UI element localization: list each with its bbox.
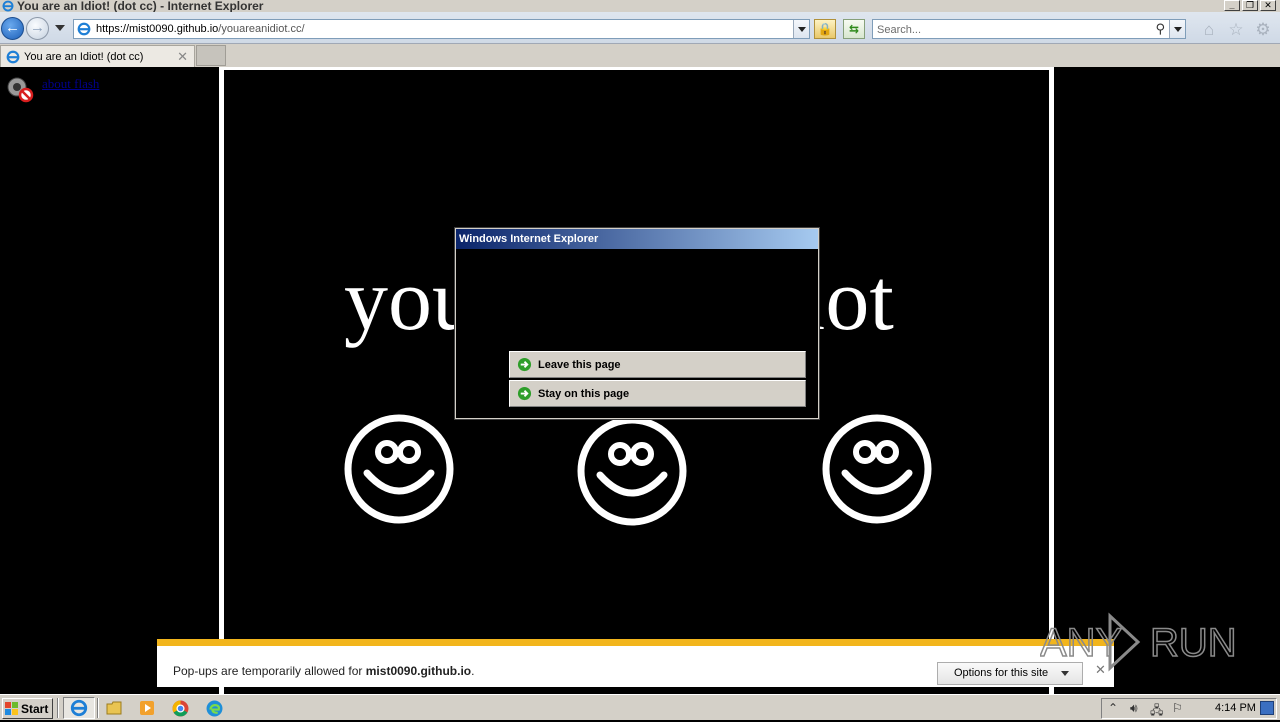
address-url[interactable]: https://mist0090.github.io/youareanidiot… <box>96 23 305 35</box>
forward-button[interactable]: → <box>26 17 49 40</box>
search-icon[interactable]: ⚲ <box>1155 21 1165 37</box>
tab-favicon-icon <box>6 50 20 63</box>
new-tab-button[interactable] <box>196 45 226 66</box>
security-lock-icon[interactable]: 🔒 <box>814 19 836 39</box>
taskbar-file-explorer[interactable] <box>102 697 126 719</box>
notification-site: mist0090.github.io <box>365 664 472 678</box>
window-title: You are an Idiot! (dot cc) - Internet Ex… <box>17 0 264 13</box>
start-button[interactable]: Start <box>2 698 53 719</box>
window-title-bar: You are an Idiot! (dot cc) - Internet Ex… <box>0 0 1280 12</box>
smiley-face-icon <box>577 416 687 526</box>
taskbar-media-player[interactable] <box>135 697 159 719</box>
tab-current[interactable]: You are an Idiot! (dot cc) ✕ <box>0 45 195 67</box>
svg-text:RUN: RUN <box>1150 621 1237 665</box>
taskbar-separator <box>57 698 59 718</box>
notification-message: Pop-ups are temporarily allowed for mist… <box>173 664 474 678</box>
smiley-face-icon <box>822 414 932 524</box>
back-button[interactable]: ← <box>1 17 24 40</box>
internet-explorer-icon <box>2 0 14 12</box>
home-icon[interactable]: ⌂ <box>1200 21 1218 39</box>
clock[interactable]: 4:14 PM <box>1215 702 1256 714</box>
restore-button[interactable]: ❐ <box>1242 0 1258 11</box>
smiley-face-icon <box>344 414 454 524</box>
settings-gear-icon[interactable]: ⚙ <box>1254 21 1272 39</box>
chrome-icon <box>172 700 188 716</box>
page-favicon-icon <box>77 22 91 36</box>
tab-row: You are an Idiot! (dot cc) ✕ <box>0 44 1280 67</box>
start-label: Start <box>21 701 49 716</box>
search-input[interactable] <box>877 22 1137 37</box>
stay-page-label: Stay on this page <box>538 387 630 400</box>
compatibility-refresh-icon[interactable]: ⇆ <box>843 19 865 39</box>
edge-icon <box>206 700 222 716</box>
internet-explorer-icon <box>70 699 88 717</box>
recent-pages-dropdown-icon[interactable] <box>55 25 65 31</box>
show-desktop-button[interactable] <box>1260 701 1274 715</box>
popup-notification-bar: Pop-ups are temporarily allowed for mist… <box>157 639 1114 687</box>
search-dropdown-icon[interactable] <box>1169 20 1185 38</box>
stay-page-button[interactable]: Stay on this page <box>509 380 806 407</box>
minimize-button[interactable]: _ <box>1224 0 1240 11</box>
taskbar-internet-explorer[interactable] <box>63 697 95 719</box>
close-window-button[interactable]: ✕ <box>1260 0 1276 11</box>
show-hidden-icons-icon[interactable]: ⌃ <box>1108 701 1118 715</box>
tab-label: You are an Idiot! (dot cc) <box>24 50 144 63</box>
taskbar-chrome[interactable] <box>168 697 192 719</box>
green-arrow-icon <box>517 357 532 372</box>
system-tray: ⌃ 🔊︎ 🖧︎ ⚐ 4:14 PM <box>1101 698 1277 719</box>
leave-page-button[interactable]: Leave this page <box>509 351 806 378</box>
taskbar-edge[interactable] <box>202 697 226 719</box>
address-dropdown-icon[interactable] <box>793 20 809 38</box>
address-bar[interactable]: https://mist0090.github.io/youareanidiot… <box>73 19 810 39</box>
leave-page-label: Leave this page <box>538 358 621 371</box>
dialog-title: Windows Internet Explorer <box>456 229 818 249</box>
windows-logo-icon <box>5 701 18 715</box>
taskbar-separator <box>97 698 99 718</box>
taskbar: Start ⌃ 🔊︎ 🖧︎ ⚐ 4:14 PM <box>0 694 1280 720</box>
notification-prefix: Pop-ups are temporarily allowed for <box>173 664 366 678</box>
about-flash-link[interactable]: about flash <box>42 76 99 92</box>
anyrun-watermark-logo: ANY RUN <box>1040 612 1237 672</box>
media-player-icon <box>140 701 154 715</box>
url-path: /youareanidiot.cc/ <box>218 23 305 35</box>
green-arrow-icon <box>517 386 532 401</box>
leave-page-dialog: Windows Internet Explorer Leave this pag… <box>454 227 820 420</box>
flash-blocked-icon <box>7 77 34 103</box>
folder-icon <box>106 701 122 715</box>
tab-close-icon[interactable]: ✕ <box>177 49 188 65</box>
url-host: https://mist0090.github.io <box>96 23 219 35</box>
navigation-bar: ← → https://mist0090.github.io/youareani… <box>0 12 1280 44</box>
action-center-flag-icon[interactable]: ⚐ <box>1172 701 1183 715</box>
network-icon[interactable]: 🖧︎ <box>1150 701 1163 722</box>
favorites-star-icon[interactable]: ☆ <box>1227 21 1245 39</box>
volume-icon[interactable]: 🔊︎ <box>1130 701 1138 716</box>
notification-suffix: . <box>471 664 475 678</box>
search-box[interactable]: ⚲ <box>872 19 1186 39</box>
